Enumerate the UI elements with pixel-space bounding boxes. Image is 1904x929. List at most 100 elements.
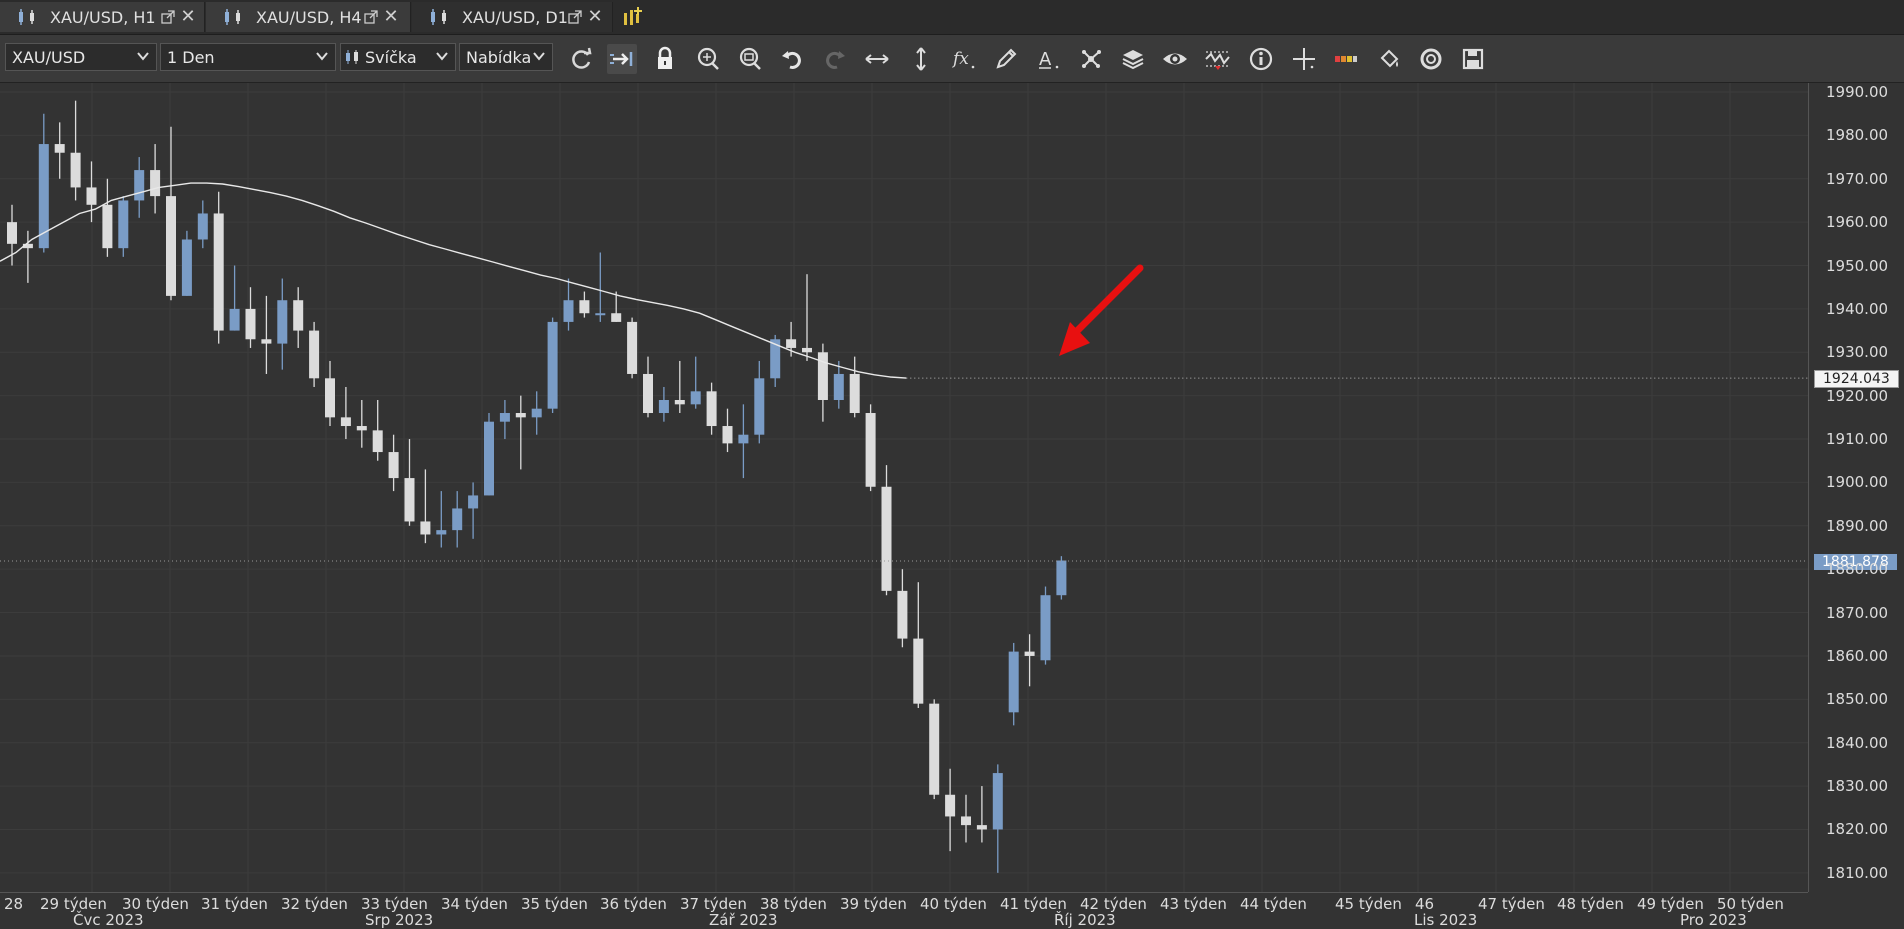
save-icon[interactable] — [1458, 44, 1488, 74]
period-select[interactable]: 1 Den — [160, 43, 336, 71]
fx-indicators-icon[interactable]: fx — [948, 44, 978, 74]
price-tick-label: 1810.00 — [1826, 863, 1889, 882]
oscillator-icon[interactable] — [1203, 44, 1233, 74]
price-tick-label: 1840.00 — [1826, 733, 1889, 752]
instrument-value: XAU/USD — [12, 47, 86, 67]
pattern-icon[interactable] — [1076, 44, 1106, 74]
svg-text:fx: fx — [951, 49, 969, 69]
month-label: Pro 2023 — [1680, 911, 1747, 929]
paint-bucket-icon[interactable] — [1374, 44, 1404, 74]
candle-body — [611, 313, 622, 322]
price-tick-label: 1830.00 — [1826, 777, 1889, 796]
candle-body — [738, 434, 749, 444]
candle-body — [865, 413, 876, 487]
candle-body — [1056, 560, 1067, 596]
vertical-scale-icon[interactable] — [906, 44, 936, 74]
text-icon[interactable]: A — [1033, 44, 1063, 74]
redo-icon[interactable] — [820, 44, 850, 74]
candle-body — [961, 816, 971, 826]
candle-body — [468, 495, 479, 509]
zoom-in-icon[interactable] — [693, 44, 723, 74]
close-icon[interactable]: ✕ — [383, 8, 399, 26]
price-side-select[interactable]: Nabídka — [459, 43, 553, 71]
candle-body — [213, 213, 224, 331]
price-tick-label: 1860.00 — [1826, 646, 1889, 665]
month-label: Říj 2023 — [1054, 911, 1116, 929]
candle-body — [499, 413, 510, 422]
candle-body — [484, 421, 494, 496]
detach-icon[interactable] — [568, 10, 582, 24]
price-tick-label: 1890.00 — [1826, 516, 1889, 535]
eye-icon[interactable] — [1160, 44, 1190, 74]
candle-body — [802, 347, 812, 353]
week-label: 31 týden — [201, 895, 268, 913]
target-icon[interactable] — [1416, 44, 1446, 74]
tab-label: XAU/USD, H4 — [256, 7, 362, 27]
month-label: Lis 2023 — [1414, 911, 1478, 929]
week-label: 34 týden — [441, 895, 508, 913]
zoom-out-icon[interactable] — [735, 44, 765, 74]
crosshair-icon[interactable] — [1289, 44, 1319, 74]
tab-xauusd-h4[interactable]: XAU/USD, H4 ✕ — [206, 2, 411, 32]
week-label: 43 týden — [1160, 895, 1227, 913]
candle-body — [102, 204, 113, 249]
chart-area[interactable] — [0, 83, 1808, 892]
price-tick-label: 1990.00 — [1826, 83, 1889, 101]
candle-body — [277, 300, 288, 344]
candle-body — [643, 373, 653, 414]
candle-body — [627, 321, 638, 374]
price-tick-label: 1950.00 — [1826, 256, 1889, 275]
chevron-down-icon — [436, 52, 448, 61]
candle-body — [945, 794, 956, 817]
layers-icon[interactable] — [1118, 44, 1148, 74]
candlestick-icon — [225, 9, 240, 25]
week-label: 44 týden — [1240, 895, 1307, 913]
lock-icon[interactable] — [650, 44, 680, 74]
chart-type-select[interactable]: Svíčka — [340, 43, 456, 71]
week-label: 28 — [4, 895, 24, 913]
undo-icon[interactable] — [777, 44, 807, 74]
candle-body — [913, 638, 924, 704]
price-tick-label: 1870.00 — [1826, 603, 1889, 622]
tab-xauusd-h1[interactable]: XAU/USD, H1 ✕ — [0, 2, 205, 32]
price-tick-label: 1970.00 — [1826, 169, 1889, 188]
candle-body — [356, 426, 367, 431]
price-tick-label: 1820.00 — [1826, 820, 1889, 839]
instrument-select[interactable]: XAU/USD — [5, 43, 157, 71]
ma-value-label: 1924.043 — [1814, 370, 1899, 388]
candle-body — [166, 196, 176, 296]
candle-body — [754, 378, 765, 435]
price-tick-label: 1930.00 — [1826, 343, 1889, 362]
detach-icon[interactable] — [364, 10, 378, 24]
info-icon[interactable] — [1246, 44, 1276, 74]
candle-body — [420, 521, 431, 535]
close-icon[interactable]: ✕ — [180, 8, 196, 26]
candle-body — [404, 478, 415, 522]
price-tick-label: 1910.00 — [1826, 430, 1889, 449]
candle-body — [515, 413, 526, 418]
candle-body — [817, 352, 828, 400]
week-label: 36 týden — [600, 895, 667, 913]
tab-label: XAU/USD, D1 — [462, 7, 568, 27]
candle-body — [452, 508, 463, 531]
refresh-icon[interactable] — [566, 44, 596, 74]
month-label: Srp 2023 — [365, 911, 434, 929]
candle-body — [897, 590, 908, 639]
month-label: Čvc 2023 — [73, 911, 144, 929]
close-icon[interactable]: ✕ — [587, 8, 603, 26]
tab-xauusd-d1[interactable]: XAU/USD, D1 ✕ — [412, 2, 613, 32]
week-label: 35 týden — [521, 895, 588, 913]
color-bars-icon[interactable] — [1331, 44, 1361, 74]
shift-icon[interactable] — [607, 44, 637, 74]
add-chart-icon[interactable] — [621, 5, 645, 29]
annotation-arrow-shaft — [1066, 264, 1144, 342]
chevron-down-icon — [316, 52, 328, 61]
candle-body — [86, 187, 97, 205]
pencil-icon[interactable] — [991, 44, 1021, 74]
horizontal-scale-icon[interactable] — [862, 44, 892, 74]
candle-body — [340, 417, 351, 427]
candle-body — [929, 703, 940, 795]
detach-icon[interactable] — [161, 10, 175, 24]
candle-body — [563, 300, 574, 322]
candlestick-chart[interactable] — [0, 83, 1808, 892]
